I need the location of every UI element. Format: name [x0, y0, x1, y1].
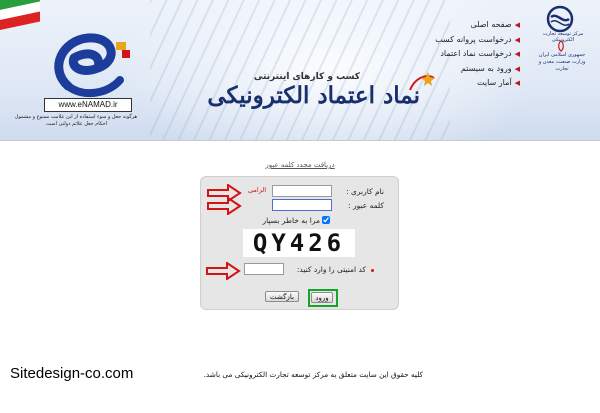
- required-indicator: الزامی: [248, 186, 267, 194]
- header-divider: [0, 140, 600, 141]
- nav-item-business-license[interactable]: ◀درخواست پروانه کسب: [405, 33, 520, 48]
- remember-me-checkbox[interactable]: [322, 216, 330, 224]
- arrow-left-icon: ◀: [514, 35, 520, 44]
- nav-item-label: ورود به سیستم: [460, 63, 512, 73]
- enamad-logo-icon: [54, 33, 130, 98]
- nav-item-login[interactable]: ◀ورود به سیستم: [405, 62, 520, 77]
- red-dot-marker: [371, 269, 374, 272]
- red-arrow-annotation-icon: [207, 197, 242, 215]
- arrow-left-icon: ◀: [514, 21, 520, 29]
- recover-password-link[interactable]: دریافت مجدد کلمه عبور: [255, 161, 345, 169]
- enamad-warning: هرگونه جعل و سوء استفاده از این علامت مم…: [14, 114, 138, 127]
- nav-item-label: صفحه اصلی: [470, 20, 512, 29]
- nav-item-trust-symbol[interactable]: ◀درخواست نماد اعتماد: [405, 47, 520, 62]
- ministry-logo-icon: [558, 40, 564, 52]
- password-input[interactable]: [272, 199, 332, 211]
- arrow-left-icon: ◀: [514, 50, 520, 59]
- ministry-caption: جمهوری اسلامی ایران وزارت صنعت، معدن و ت…: [538, 52, 586, 72]
- captcha-label: کد امنیتی را وارد کنید:: [296, 265, 366, 274]
- captcha-image: QY426: [243, 229, 355, 257]
- red-arrow-annotation-icon: [206, 262, 241, 280]
- iran-flag-icon: [0, 0, 40, 40]
- captcha-text: QY426: [252, 229, 346, 257]
- remember-me-label: مرا به خاطر بسپار: [262, 216, 320, 225]
- header-subtitle: کسب و کارهای اینترنتی: [253, 72, 360, 82]
- nav-item-label: آمار سایت: [477, 78, 512, 88]
- nav-item-home[interactable]: ◀صفحه اصلی: [405, 18, 520, 33]
- copyright-text: کلیه حقوق این سایت متعلق به مرکز توسعه ت…: [203, 370, 423, 379]
- nav-item-statistics[interactable]: ◀آمار سایت: [405, 76, 520, 91]
- password-label: کلمه عبور :: [348, 201, 384, 210]
- arrow-left-icon: ◀: [514, 79, 520, 88]
- header-title: نماد اعتماد الکترونیکی: [207, 82, 420, 109]
- captcha-input[interactable]: [244, 263, 284, 275]
- enamad-url: www.eNAMAD.ir: [44, 98, 132, 112]
- back-button[interactable]: بازگشت: [265, 291, 299, 302]
- site-header: www.eNAMAD.ir هرگونه جعل و سوء استفاده ا…: [0, 0, 600, 140]
- login-button[interactable]: ورود: [311, 292, 333, 303]
- nav-item-label: درخواست پروانه کسب: [435, 34, 512, 44]
- username-input[interactable]: [272, 185, 332, 197]
- ecommerce-emblem-icon: [546, 5, 574, 33]
- site-watermark: Sitedesign-co.com: [10, 365, 134, 382]
- nav-item-label: درخواست نماد اعتماد: [440, 49, 512, 59]
- arrow-left-icon: ◀: [514, 64, 520, 73]
- username-label: نام کاربری :: [346, 187, 384, 196]
- main-nav: ◀صفحه اصلی ◀درخواست پروانه کسب ◀درخواست …: [405, 18, 520, 91]
